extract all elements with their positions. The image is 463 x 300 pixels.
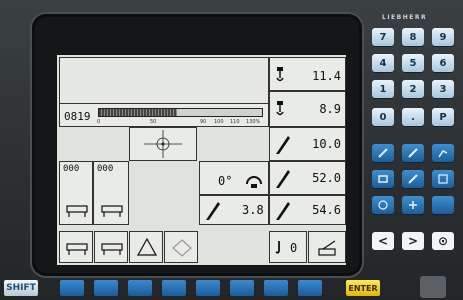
status-area [59,57,269,105]
boom-length-icon [276,170,290,188]
key-2[interactable]: 2 [402,80,424,98]
enter-button[interactable]: ENTER [346,280,380,296]
hook-icon [275,241,280,254]
plus-icon [409,201,417,209]
shift-button[interactable]: SHIFT [4,280,38,296]
counter-left-value: 000 [63,164,80,174]
scale-0: 0 [97,119,101,125]
scale-50: 50 [150,119,157,125]
key-8[interactable]: 8 [402,28,424,46]
bottom-softkey-bar: SHIFT ENTER [0,276,463,300]
diamond-icon [172,239,192,257]
outrigger-icon [66,243,88,255]
value-row-boom-angle: 10.0 [269,127,346,161]
softkey-f3[interactable] [128,280,152,296]
counter-left-panel: 000 [59,161,93,225]
counter-right-value: 000 [97,164,114,174]
softkey-f1[interactable] [60,280,84,296]
slew-angle-value: 0° [218,174,233,188]
hook-count-value: 0 [290,241,298,255]
outrigger-icon [101,243,123,255]
value-row-boom-length: 52.0 [269,161,346,195]
softkey-icon-2[interactable] [94,231,128,263]
square-icon [438,174,448,184]
nav-left-button[interactable]: < [372,232,394,250]
counter-right-panel: 000 [93,161,129,225]
outrigger-icon [101,205,123,217]
key-6[interactable]: 6 [432,54,454,72]
key-7[interactable]: 7 [372,28,394,46]
crane-config-icon [318,240,336,256]
scale-110: 110 [230,119,240,125]
key-1[interactable]: 1 [372,80,394,98]
softkey-f2[interactable] [94,280,118,296]
softkey-f6[interactable] [230,280,254,296]
value-row-hook-load-1: 11.4 [269,57,346,91]
function-key-5[interactable] [402,170,424,188]
key-4[interactable]: 4 [372,54,394,72]
function-key-9[interactable] [432,196,454,214]
brand-logo: LIEBHERR [382,14,428,21]
load-percent-value: 0819 [64,110,91,123]
function-key-6[interactable] [432,170,454,188]
nav-select-button[interactable]: ⊙ [432,232,454,250]
hook-load-value-1: 11.4 [312,69,341,83]
key-switch[interactable] [420,276,446,298]
boom-length-value: 52.0 [312,171,341,185]
hook-load-icon [276,101,284,116]
hook-load-icon [276,67,284,82]
softkey-f4[interactable] [162,280,186,296]
key-0[interactable]: 0 [372,108,394,126]
load-bar-panel: 0819 0 50 90 100 110 130% [59,103,269,127]
warning-triangle-icon [137,238,157,256]
config-panel[interactable] [308,231,346,263]
crane-boom-icon [378,148,388,158]
load-bar [98,108,263,117]
hook-count-panel[interactable]: 0 [269,231,307,263]
boom-angle-icon [276,136,290,154]
key-p[interactable]: P [432,108,454,126]
radius-icon [276,202,290,220]
inclination-panel [129,127,197,161]
boom-angle-value: 3.8 [242,203,264,217]
softkey-f7[interactable] [264,280,288,296]
counterweight-icon [378,175,388,183]
softkey-f5[interactable] [196,280,220,296]
softkey-icon-1[interactable] [59,231,93,263]
lcd-display: 0819 0 50 90 100 110 130% 0° 3.8 000 000… [56,54,347,266]
key-5[interactable]: 5 [402,54,424,72]
scale-90: 90 [200,119,207,125]
key-9[interactable]: 9 [432,28,454,46]
radius-value: 54.6 [312,203,341,217]
boom-angle-icon [206,202,220,220]
function-key-7[interactable] [372,196,394,214]
softkey-f8[interactable] [298,280,322,296]
function-key-3[interactable] [432,144,454,162]
crane-jib-icon [438,150,448,158]
key-3[interactable]: 3 [432,80,454,98]
crosshair-icon [144,130,182,158]
hook-load-value-2: 8.9 [319,102,341,116]
crane-boom-icon [408,148,418,158]
function-key-1[interactable] [372,144,394,162]
scale-130: 130% [246,119,261,125]
function-key-2[interactable] [402,144,424,162]
value-row-hook-load-2: 8.9 [269,91,346,127]
function-key-8[interactable] [402,196,424,214]
softkey-icon-3[interactable] [129,231,163,263]
softkey-icon-4[interactable] [164,231,198,263]
slew-panel: 0° [199,161,269,195]
circle-icon [378,200,388,210]
function-key-4[interactable] [372,170,394,188]
value-row-radius: 54.6 [269,195,346,225]
scale-100: 100 [214,119,224,125]
boom-angle-value-right: 10.0 [312,137,341,151]
pen-icon [408,174,418,184]
nav-right-button[interactable]: > [402,232,424,250]
outrigger-icon [66,205,88,217]
key-dot[interactable]: . [402,108,424,126]
load-bar-fill [99,109,178,116]
boom-angle-panel: 3.8 [199,195,269,225]
slew-icon [246,176,262,188]
